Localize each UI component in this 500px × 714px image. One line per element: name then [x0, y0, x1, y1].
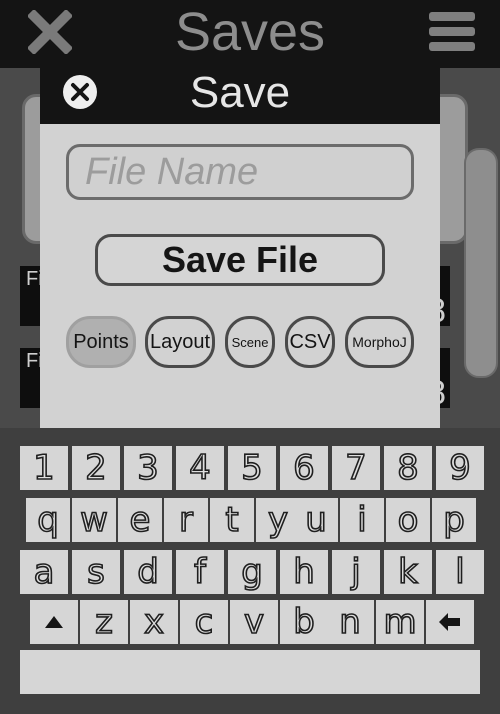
key-r[interactable]: r: [164, 498, 208, 542]
backspace-icon[interactable]: [426, 600, 474, 644]
key-m[interactable]: m: [376, 600, 424, 644]
format-scene-button[interactable]: Scene: [225, 316, 275, 368]
key-8[interactable]: 8: [384, 446, 432, 490]
key-2[interactable]: 2: [72, 446, 120, 490]
key-j[interactable]: j: [332, 550, 380, 594]
scrollbar[interactable]: [464, 148, 498, 378]
key-o[interactable]: o: [386, 498, 430, 542]
space-key[interactable]: [20, 650, 480, 694]
key-1[interactable]: 1: [20, 446, 68, 490]
key-9[interactable]: 9: [436, 446, 484, 490]
key-i[interactable]: i: [340, 498, 384, 542]
key-7[interactable]: 7: [332, 446, 380, 490]
key-z[interactable]: z: [80, 600, 128, 644]
hamburger-menu-icon[interactable]: [429, 12, 475, 52]
key-a[interactable]: a: [20, 550, 68, 594]
save-file-button[interactable]: Save File: [95, 234, 385, 286]
key-e[interactable]: e: [118, 498, 162, 542]
key-4[interactable]: 4: [176, 446, 224, 490]
file-name-input[interactable]: [66, 144, 414, 200]
key-n[interactable]: n: [326, 600, 374, 644]
on-screen-keyboard: 1 2 3 4 5 6 7 8 9 q w e r t y u i o p a …: [0, 428, 500, 714]
key-v[interactable]: v: [230, 600, 278, 644]
format-layout-button[interactable]: Layout: [145, 316, 215, 368]
key-q[interactable]: q: [26, 498, 70, 542]
key-l[interactable]: l: [436, 550, 484, 594]
key-s[interactable]: s: [72, 550, 120, 594]
dialog-header: Save: [40, 60, 440, 124]
key-6[interactable]: 6: [280, 446, 328, 490]
key-t[interactable]: t: [210, 498, 254, 542]
key-h[interactable]: h: [280, 550, 328, 594]
shift-arrow-icon[interactable]: [30, 600, 78, 644]
top-bar: Saves: [0, 0, 500, 68]
page-title: Saves: [174, 2, 326, 62]
key-k[interactable]: k: [384, 550, 432, 594]
save-dialog: Save Save File Points Layout Scene CSV M…: [40, 60, 440, 430]
key-p[interactable]: p: [432, 498, 476, 542]
key-u[interactable]: u: [294, 498, 338, 542]
format-morphoj-button[interactable]: MorphoJ: [345, 316, 414, 368]
dialog-title: Save: [189, 68, 291, 117]
key-d[interactable]: d: [124, 550, 172, 594]
key-5[interactable]: 5: [228, 446, 276, 490]
format-points-button[interactable]: Points: [66, 316, 136, 368]
format-csv-button[interactable]: CSV: [285, 316, 335, 368]
key-c[interactable]: c: [180, 600, 228, 644]
key-f[interactable]: f: [176, 550, 224, 594]
key-x[interactable]: x: [130, 600, 178, 644]
key-w[interactable]: w: [72, 498, 116, 542]
key-3[interactable]: 3: [124, 446, 172, 490]
key-b[interactable]: b: [280, 600, 328, 644]
key-g[interactable]: g: [228, 550, 276, 594]
